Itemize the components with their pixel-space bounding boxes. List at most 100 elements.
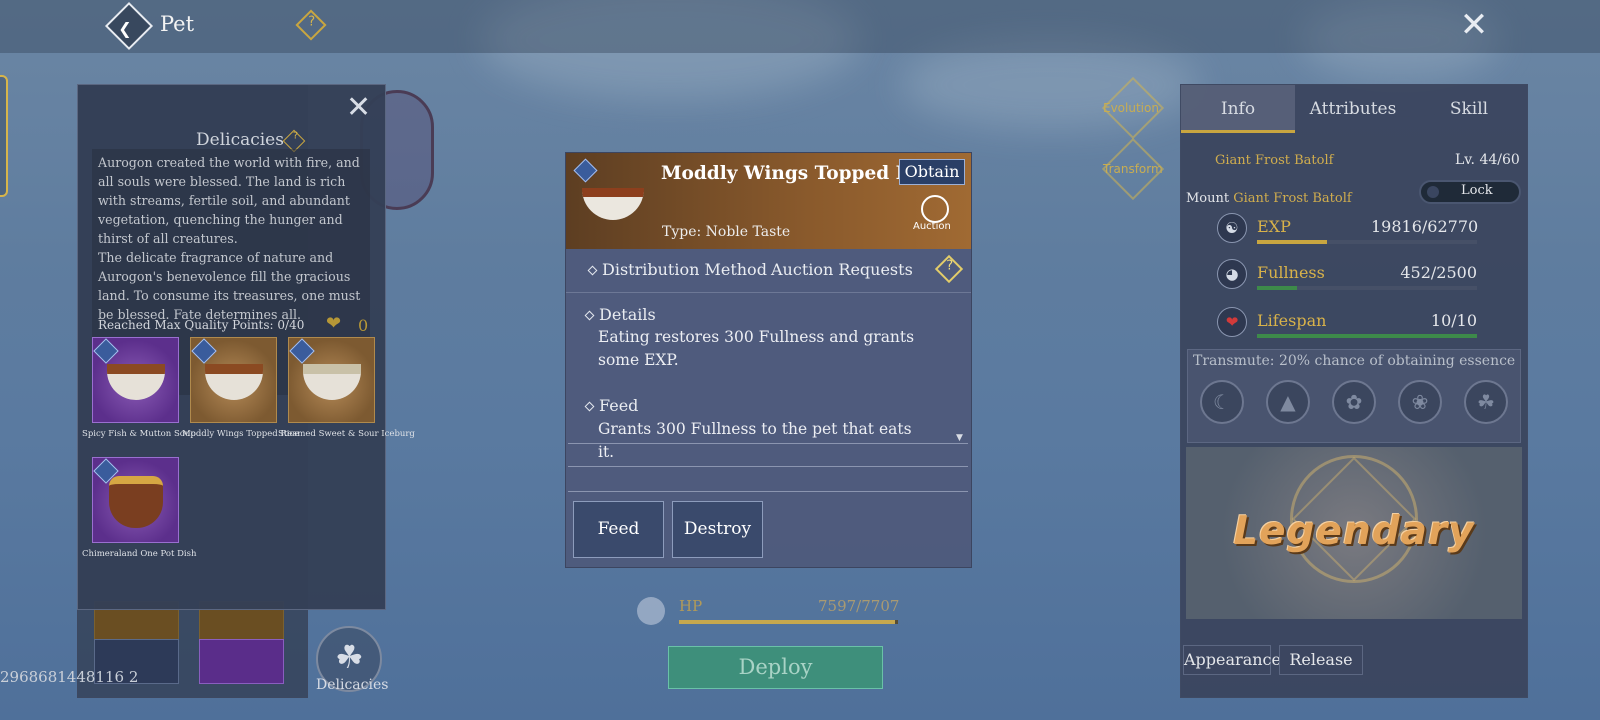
divider xyxy=(568,443,968,444)
leaf-icon[interactable]: ✿ xyxy=(1332,380,1376,424)
question-icon: ? xyxy=(292,130,299,142)
moon-icon[interactable]: ☾ xyxy=(1200,380,1244,424)
hp-value: 7597/7707 xyxy=(818,597,900,615)
distribution-row: Distribution Method Auction Requests ? xyxy=(566,249,971,293)
appearance-button[interactable]: Appearance xyxy=(1183,645,1281,675)
soup-bowl-icon xyxy=(107,364,165,400)
info-panel: Info Attributes Skill Giant Frost Batolf… xyxy=(1180,84,1528,698)
deploy-button[interactable]: Deploy xyxy=(668,646,883,689)
lore-paragraph: The delicate fragrance of nature and Aur… xyxy=(98,250,361,322)
evolution-label: Evolution xyxy=(1103,101,1159,115)
stat-name: EXP xyxy=(1257,217,1291,236)
diamond-bullet-icon xyxy=(584,401,595,412)
destroy-button[interactable]: Destroy xyxy=(672,501,763,558)
question-icon: ? xyxy=(946,258,954,274)
item-detail-panel: Moddly Wings Topped Rice Obtain Auction … xyxy=(565,152,972,568)
auction-icon[interactable] xyxy=(921,195,949,223)
stat-value: 10/10 xyxy=(1430,311,1477,330)
fullness-icon: ◕ xyxy=(1217,259,1247,289)
distribution-label: Distribution Method xyxy=(587,260,767,279)
details-text: Eating restores 300 Fullness and grants … xyxy=(598,328,915,369)
hp-drop-icon xyxy=(637,597,665,625)
lifespan-bar-fill xyxy=(1257,334,1477,338)
food-label: Chimeraland One Pot Dish xyxy=(82,549,197,559)
fullness-bar-fill xyxy=(1257,286,1297,290)
transmute-box: Transmute: 20% chance of obtaining essen… xyxy=(1187,349,1521,443)
food-label: Spicy Fish & Mutton Soup xyxy=(82,429,196,439)
distribution-label-text: Distribution Method xyxy=(602,260,767,279)
pet-name: Giant Frost Batolf xyxy=(1215,153,1334,168)
food-card[interactable] xyxy=(288,337,375,423)
stat-name: Fullness xyxy=(1257,263,1325,282)
quality-points: Reached Max Quality Points: 0/40 xyxy=(98,318,305,332)
rarity-emblem: Legendary xyxy=(1186,447,1522,619)
lifespan-bar xyxy=(1257,334,1477,338)
food-label: Moddly Wings Topped Rice xyxy=(182,429,300,439)
tab-info[interactable]: Info xyxy=(1181,85,1295,133)
list-slot[interactable] xyxy=(199,639,284,684)
help-button[interactable]: ? xyxy=(934,254,964,284)
tab-attributes[interactable]: Attributes xyxy=(1295,85,1411,133)
lock-toggle[interactable]: Lock xyxy=(1419,180,1521,204)
heart-icon: ❤ xyxy=(1217,307,1247,337)
food-card[interactable] xyxy=(92,337,179,423)
rarity-badge-icon xyxy=(191,338,217,364)
divider xyxy=(568,466,968,467)
stat-name: Lifespan xyxy=(1257,311,1327,330)
feed-button[interactable]: Feed xyxy=(573,501,664,558)
heart-icon: ❤ xyxy=(326,313,342,334)
hp-bar xyxy=(679,620,898,624)
steamed-dish-icon xyxy=(303,364,361,400)
mount-row: Mount Giant Frost Batolf xyxy=(1186,191,1352,206)
lock-label: Lock xyxy=(1461,183,1493,198)
rarity-badge-icon xyxy=(289,338,315,364)
distribution-value: Auction Requests xyxy=(771,260,913,279)
details-title-text: Details xyxy=(599,305,656,324)
delicacies-popup: ✕ Delicacies ? Aurogon created the world… xyxy=(77,84,415,610)
mount-label: Mount xyxy=(1186,191,1230,206)
lore-paragraph: Aurogon created the world with fire, and… xyxy=(98,155,360,246)
question-icon: ? xyxy=(308,14,316,30)
food-label: Steamed Sweet & Sour Iceburg xyxy=(278,429,415,439)
obtain-button[interactable]: Obtain xyxy=(899,159,965,185)
bowl-icon: ☘ xyxy=(335,638,364,676)
release-button[interactable]: Release xyxy=(1279,645,1363,675)
exp-bar xyxy=(1257,240,1477,244)
details-title: Details xyxy=(584,305,656,324)
player-uid: 2968681448116 2 xyxy=(0,668,139,686)
food-card[interactable] xyxy=(92,457,179,543)
hp-bar-fill xyxy=(679,620,895,624)
transmute-text: Transmute: 20% chance of obtaining essen… xyxy=(1193,353,1516,369)
item-header: Moddly Wings Topped Rice Obtain Auction … xyxy=(566,153,971,249)
left-edge-tab[interactable] xyxy=(0,75,8,197)
stat-value: 19816/62770 xyxy=(1371,217,1479,236)
delicacies-label: Delicacies xyxy=(316,677,389,693)
food-card[interactable] xyxy=(190,337,277,423)
auction-label: Auction xyxy=(913,221,951,232)
trefoil-icon[interactable]: ☘ xyxy=(1464,380,1508,424)
close-icon[interactable]: ✕ xyxy=(1457,8,1491,42)
mount-name: Giant Frost Batolf xyxy=(1233,191,1352,206)
feed-title: Feed xyxy=(584,396,639,415)
toggle-knob xyxy=(1427,186,1439,198)
chevron-left-icon: ❮ xyxy=(118,18,132,38)
close-icon[interactable]: ✕ xyxy=(346,90,371,125)
plant-icon[interactable]: ❀ xyxy=(1398,380,1442,424)
item-type: Type: Noble Taste xyxy=(662,224,791,240)
mountain-icon[interactable]: ▲ xyxy=(1266,380,1310,424)
diamond-bullet-icon xyxy=(587,265,598,276)
divider xyxy=(568,491,968,492)
rarity-badge-icon xyxy=(573,158,598,183)
tab-skill[interactable]: Skill xyxy=(1411,85,1527,133)
feed-title-text: Feed xyxy=(599,396,639,415)
page-title: Pet xyxy=(160,12,195,36)
stat-value: 452/2500 xyxy=(1400,263,1477,282)
scroll-down-icon[interactable]: ▼ xyxy=(956,433,963,443)
pet-level: Lv. 44/60 xyxy=(1455,152,1520,168)
diamond-bullet-icon xyxy=(584,310,595,321)
pot-dish-icon xyxy=(109,476,163,528)
rarity-label: Legendary xyxy=(1233,509,1475,554)
top-bar xyxy=(0,0,1600,53)
feed-text: Grants 300 Fullness to the pet that eats… xyxy=(598,420,912,461)
rice-dish-icon xyxy=(582,188,644,220)
